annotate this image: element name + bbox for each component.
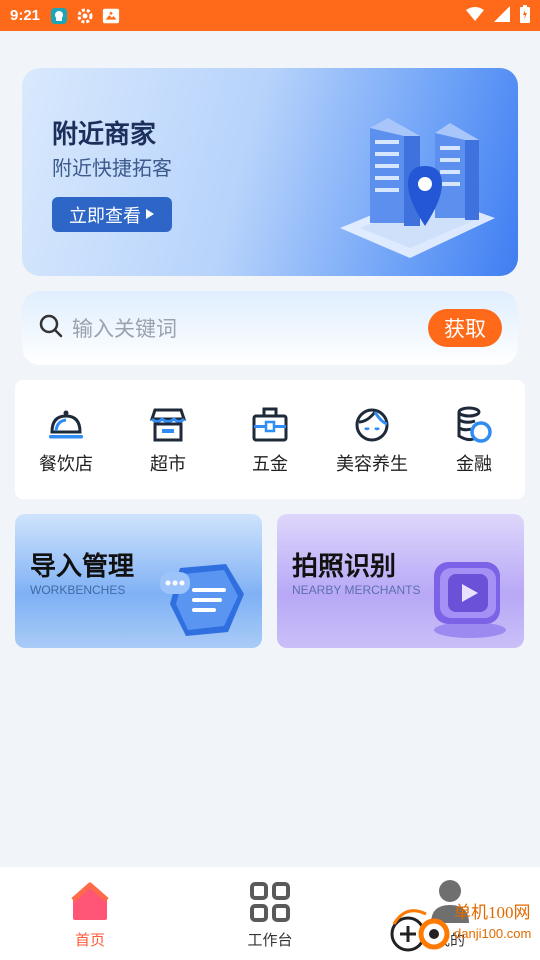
nearby-merchants-banner[interactable]: 附近商家 附近快捷拓客 立即查看: [22, 68, 518, 276]
settings-gear-icon: [76, 7, 94, 25]
fetch-button[interactable]: 获取: [428, 309, 502, 347]
svg-text:danji100.com: danji100.com: [454, 926, 531, 941]
finance-coins-icon: [455, 406, 493, 444]
category-finance[interactable]: 金融: [424, 406, 524, 476]
search-input[interactable]: 输入关键词: [72, 313, 177, 343]
signal-icon: [494, 5, 510, 26]
tab-label: 首页: [74, 931, 105, 949]
category-label: 美容养生: [336, 454, 408, 475]
category-beauty[interactable]: 美容养生: [322, 406, 422, 476]
tab-label: 工作台: [247, 931, 293, 949]
battery-icon: [520, 4, 530, 27]
status-time: 9:21: [10, 7, 41, 24]
import-management-card[interactable]: 导入管理 WORKBENCHES: [15, 514, 262, 648]
category-label: 五金: [252, 454, 288, 475]
view-now-label: 立即查看: [69, 205, 141, 227]
search-bar: 输入关键词 获取: [22, 291, 518, 365]
beauty-face-icon: [353, 406, 391, 444]
status-bar: 9:21: [0, 0, 540, 31]
card-subtitle: WORKBENCHES: [30, 583, 126, 597]
photo-icon: [102, 7, 120, 25]
banner-title: 附近商家: [52, 120, 157, 150]
card-title: 拍照识别: [292, 552, 397, 582]
card-title: 导入管理: [30, 552, 135, 582]
svg-text:单机100网: 单机100网: [454, 903, 531, 922]
chat-import-icon: [158, 554, 250, 644]
category-label: 超市: [150, 454, 186, 475]
category-label: 金融: [456, 454, 492, 475]
category-restaurant[interactable]: 餐饮店: [16, 406, 116, 476]
photo-recognition-card[interactable]: 拍照识别 NEARBY MERCHANTS: [277, 514, 524, 648]
category-supermarket[interactable]: 超市: [118, 406, 218, 476]
search-icon: [38, 313, 64, 343]
tab-home[interactable]: 首页: [0, 867, 180, 960]
grid-apps-icon: [247, 879, 293, 925]
status-icons-right: [466, 4, 530, 27]
card-subtitle: NEARBY MERCHANTS: [292, 583, 421, 597]
city-map-pin-illustration-icon: [330, 108, 500, 268]
supermarket-store-icon: [149, 406, 187, 444]
home-icon: [67, 879, 113, 925]
play-triangle-icon: [145, 204, 155, 225]
view-now-button[interactable]: 立即查看: [52, 197, 172, 232]
toolbox-icon: [251, 406, 289, 444]
video-play-icon: [420, 554, 512, 644]
restaurant-cloche-icon: [47, 406, 85, 444]
tab-workbench[interactable]: 工作台: [180, 867, 360, 960]
category-grid: 餐饮店 超市 五金 美容养生 金融: [15, 380, 525, 499]
danji100-watermark-logo: 单机100网 danji100.com: [386, 894, 536, 958]
app-notification-icon: [50, 7, 68, 25]
wifi-icon: [466, 6, 484, 25]
category-label: 餐饮店: [39, 454, 93, 475]
category-hardware[interactable]: 五金: [220, 406, 320, 476]
banner-subtitle: 附近快捷拓客: [52, 156, 172, 180]
